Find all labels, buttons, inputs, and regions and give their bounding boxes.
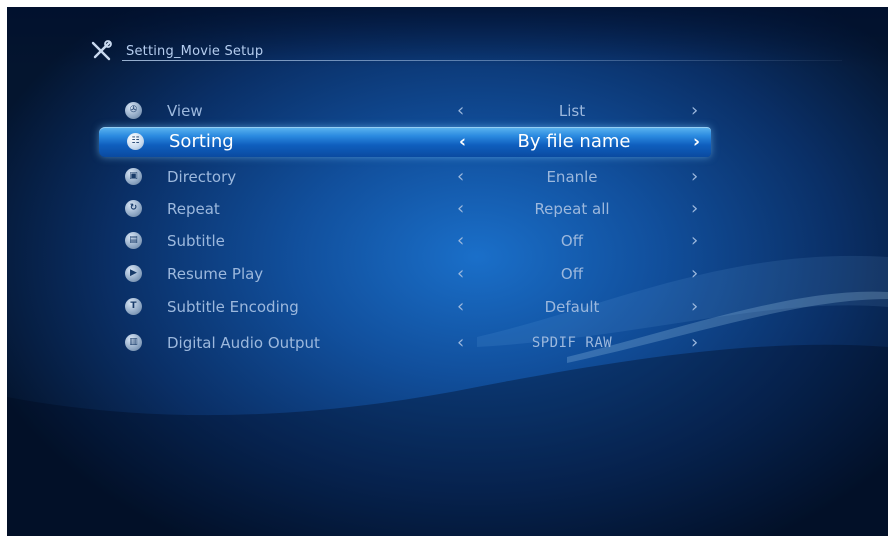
chevron-left-icon[interactable]: ‹: [457, 164, 464, 190]
chevron-right-icon[interactable]: ›: [691, 261, 698, 287]
menu-row-subtitle[interactable]: ▤ Subtitle ‹ Off ›: [97, 228, 713, 254]
menu-value: Default: [544, 298, 600, 316]
menu-label: Subtitle: [167, 232, 225, 250]
tools-icon: [91, 40, 112, 61]
menu-value: List: [558, 102, 586, 120]
chevron-right-icon[interactable]: ›: [691, 330, 698, 356]
chevron-left-icon[interactable]: ‹: [457, 196, 464, 222]
menu-row-repeat[interactable]: ↻ Repeat ‹ Repeat all ›: [97, 196, 713, 222]
subtitle-encoding-icon: T: [125, 298, 142, 315]
menu-label: View: [167, 102, 203, 120]
digital-audio-icon: ▥: [125, 334, 142, 351]
menu-value: SPDIF RAW: [531, 335, 613, 351]
chevron-left-icon[interactable]: ‹: [457, 294, 464, 320]
menu-row-resume-play[interactable]: ▶ Resume Play ‹ Off ›: [97, 261, 713, 287]
menu-row-subtitle-encoding[interactable]: T Subtitle Encoding ‹ Default ›: [97, 294, 713, 320]
menu-row-directory[interactable]: ▣ Directory ‹ Enanle ›: [97, 164, 713, 190]
menu-value: Repeat all: [534, 200, 610, 218]
resume-play-icon: ▶: [125, 265, 142, 282]
page-title: Setting_Movie Setup: [126, 43, 264, 59]
menu-row-view[interactable]: ✇ View ‹ List ›: [97, 98, 713, 124]
menu-label: Directory: [167, 168, 237, 186]
sorting-icon: ☷: [127, 133, 144, 150]
subtitle-icon: ▤: [125, 232, 142, 249]
chevron-left-icon[interactable]: ‹: [457, 228, 464, 254]
menu-row-digital-audio-output[interactable]: ▥ Digital Audio Output ‹ SPDIF RAW ›: [97, 330, 713, 356]
chevron-right-icon[interactable]: ›: [691, 228, 698, 254]
menu-value: Off: [560, 232, 584, 250]
repeat-icon: ↻: [125, 200, 142, 217]
chevron-right-icon[interactable]: ›: [693, 127, 700, 157]
menu-label: Resume Play: [167, 265, 264, 283]
settings-screen: Setting_Movie Setup ✇ View ‹ List › ☷ Sorting ‹…: [7, 7, 888, 536]
title-divider: [122, 60, 842, 61]
menu-label: Sorting: [169, 131, 234, 152]
menu-value: Enanle: [546, 168, 598, 186]
chevron-left-icon[interactable]: ‹: [457, 261, 464, 287]
chevron-right-icon[interactable]: ›: [691, 164, 698, 190]
menu-row-sorting[interactable]: ☷ Sorting ‹ By file name ›: [99, 127, 711, 157]
menu-value: By file name: [517, 131, 631, 152]
chevron-right-icon[interactable]: ›: [691, 196, 698, 222]
chevron-right-icon[interactable]: ›: [691, 98, 698, 124]
directory-icon: ▣: [125, 168, 142, 185]
menu-label: Repeat: [167, 200, 220, 218]
menu-label: Subtitle Encoding: [167, 298, 299, 316]
view-icon: ✇: [125, 102, 142, 119]
menu-value: Off: [560, 265, 584, 283]
chevron-right-icon[interactable]: ›: [691, 294, 698, 320]
chevron-left-icon[interactable]: ‹: [457, 98, 464, 124]
menu-label: Digital Audio Output: [167, 334, 320, 352]
chevron-left-icon[interactable]: ‹: [457, 330, 464, 356]
chevron-left-icon[interactable]: ‹: [459, 127, 466, 157]
